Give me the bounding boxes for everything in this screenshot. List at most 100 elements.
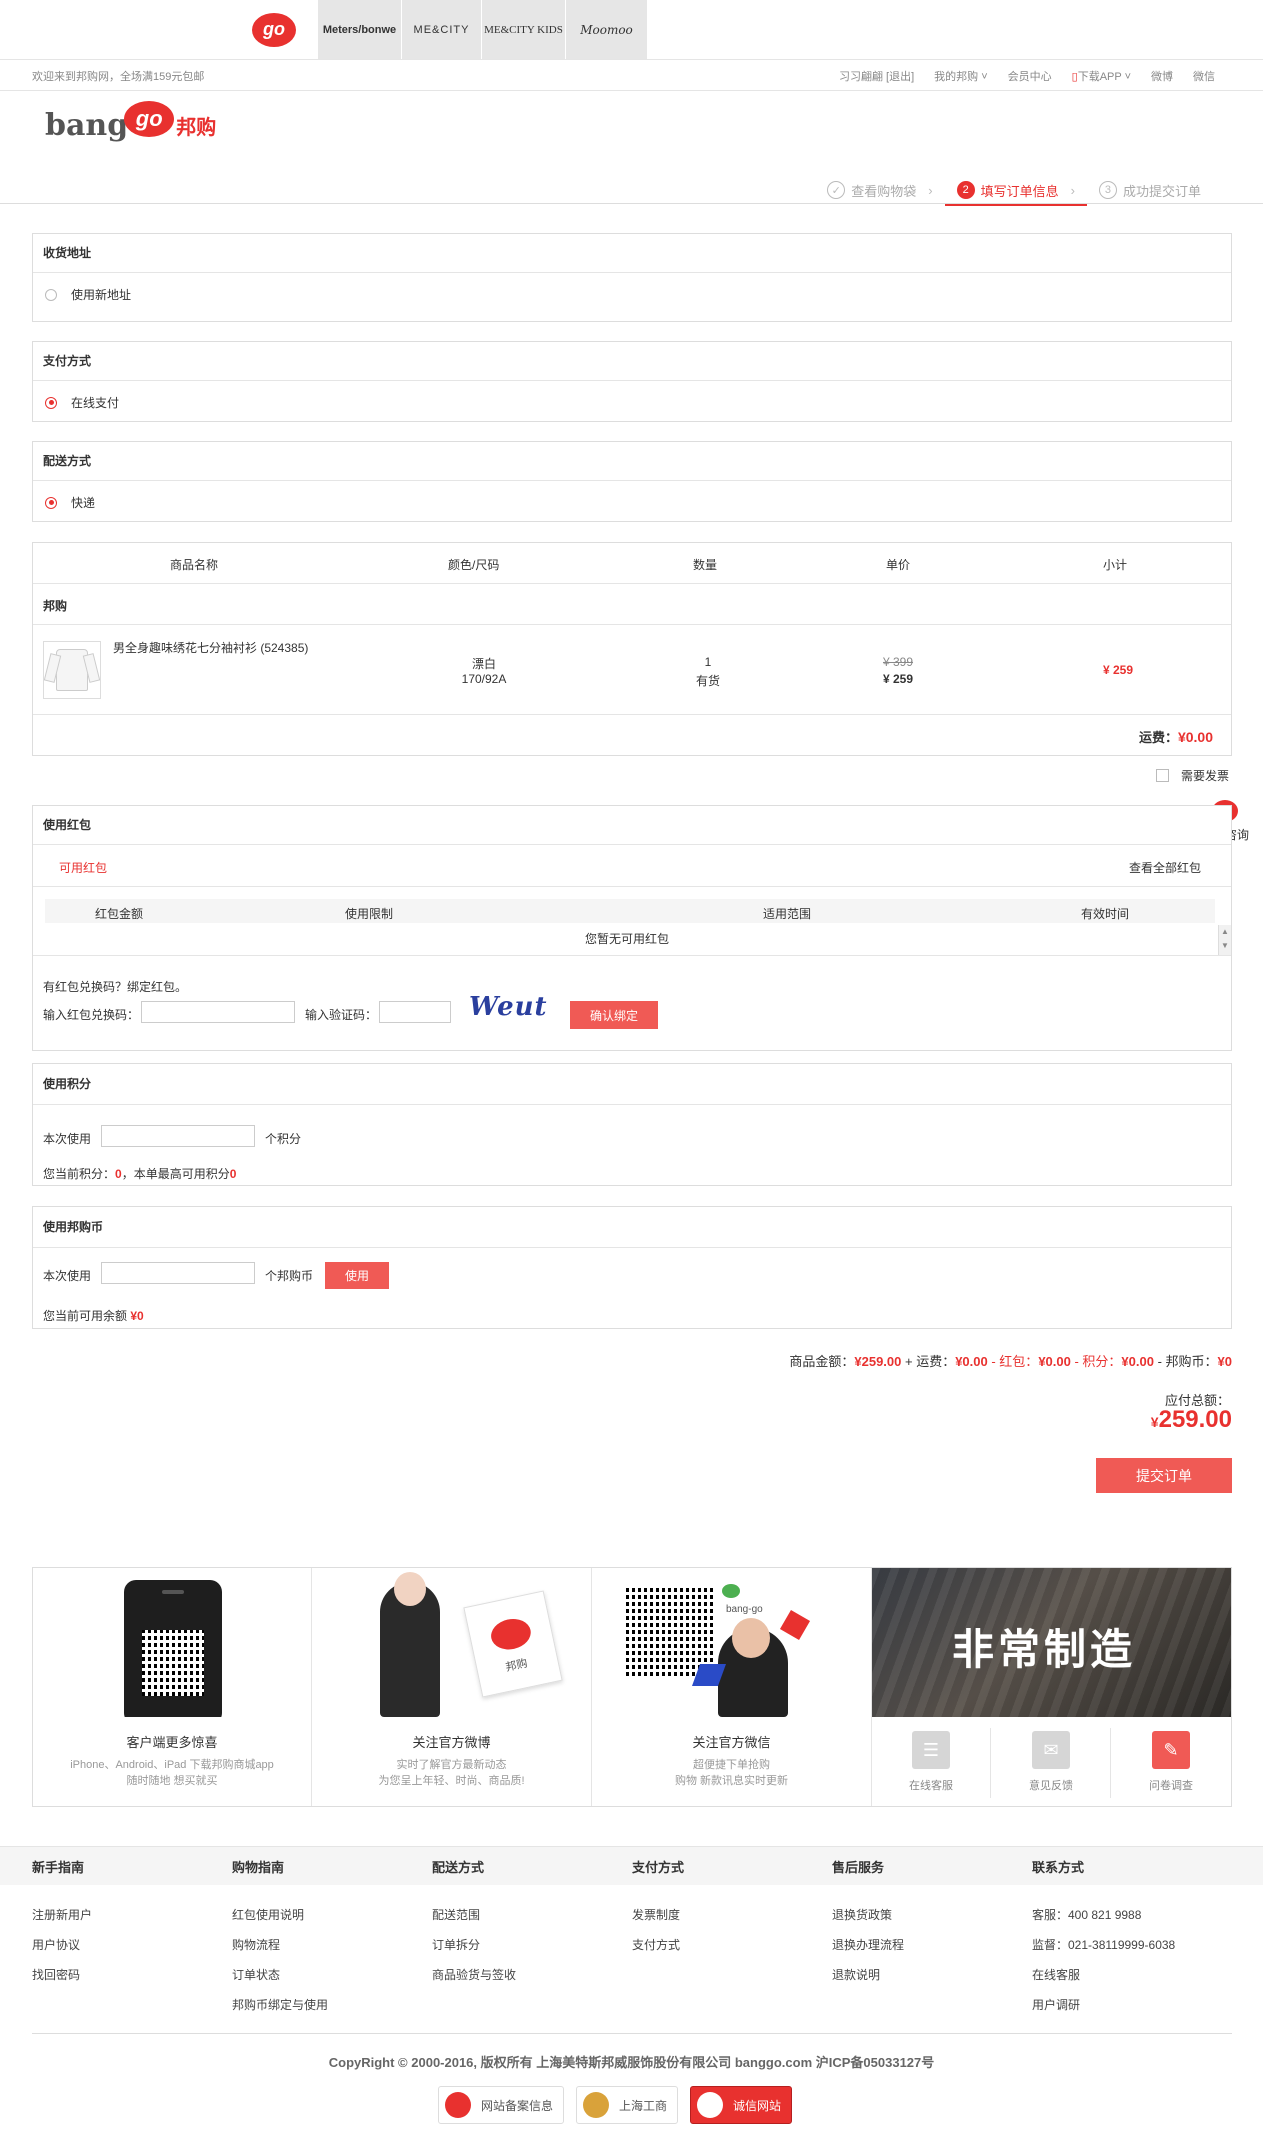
footer-link[interactable]: 退换货政策	[832, 1906, 892, 1923]
badge-filing-info[interactable]: 网站备案信息	[438, 2086, 565, 2124]
weixin-link[interactable]: 微信	[1193, 68, 1215, 84]
product-thumbnail[interactable]	[43, 641, 101, 699]
footer-link[interactable]: 订单状态	[232, 1966, 280, 1983]
promo-app-title: 客户端更多惊喜	[126, 1735, 218, 1750]
redeem-code-input[interactable]	[141, 1001, 295, 1023]
captcha-image[interactable]: Weut	[469, 992, 548, 1022]
footer-link[interactable]: 退款说明	[832, 1966, 880, 1983]
badge-trusted-site[interactable]: 诚信网站	[690, 2086, 793, 2124]
download-app-menu[interactable]: ▯下载APP ˅	[1072, 68, 1131, 84]
item-original-price: ¥ 399	[882, 655, 914, 669]
my-banggo-menu[interactable]: 我的邦购 ˅	[934, 68, 987, 84]
radio-button-selected[interactable]	[45, 396, 57, 409]
brand-tab-mecity-kids[interactable]: ME&CITY KIDS	[482, 0, 566, 59]
brand-tab-banggo[interactable]: go	[231, 0, 318, 59]
brand-tab-metersbonwe[interactable]: Meters/bonwe	[318, 0, 402, 59]
promo-app-sub: iPhone、Android、iPad 下载邦购商城app 随时随地 想买就买	[33, 1757, 311, 1789]
footer-link[interactable]: 邦购币绑定与使用	[232, 1996, 328, 2013]
mail-icon: ✉	[1032, 1731, 1070, 1769]
footer-link[interactable]: 商品验货与签收	[432, 1966, 516, 1983]
use-coins-button[interactable]: 使用	[325, 1262, 389, 1289]
red-packet-title: 使用红包	[33, 806, 1231, 845]
phone-icon	[124, 1580, 222, 1717]
footer-link[interactable]: 支付方式	[632, 1936, 680, 1953]
service-feedback[interactable]: ✉ 意见反馈	[996, 1731, 1106, 1793]
radio-button-selected[interactable]	[45, 496, 57, 509]
scrollbar[interactable]: ▲ ▼	[1218, 925, 1231, 955]
service-online[interactable]: ☰ 在线客服	[876, 1731, 986, 1793]
footer-link[interactable]: 发票制度	[632, 1906, 680, 1923]
radio-button[interactable]	[45, 288, 57, 301]
footer-link[interactable]: 找回密码	[32, 1966, 80, 1983]
checkout-steps: ✓ 查看购物袋 › 2 填写订单信息 › 3 成功提交订单	[815, 176, 1213, 206]
store-name: 邦购	[43, 599, 68, 613]
footer-col-title: 支付方式	[632, 1860, 685, 1875]
emblem-icon	[583, 2092, 610, 2118]
online-pay-option[interactable]: 在线支付	[45, 394, 119, 411]
footer-link[interactable]: 订单拆分	[432, 1936, 480, 1953]
invoice-checkbox-row[interactable]: 需要发票	[1156, 767, 1229, 784]
order-item-row: 男全身趣味绣花七分袖衬衫 (524385) 漂白 170/92A 1 有货 ¥ …	[33, 625, 1231, 714]
footer-col-title: 购物指南	[232, 1860, 285, 1875]
service-online-label: 在线客服	[909, 1780, 953, 1792]
no-red-packet-text: 您暂无可用红包	[584, 932, 669, 946]
footer-link[interactable]: 用户协议	[32, 1936, 80, 1953]
product-name-link[interactable]: 男全身趣味绣花七分袖衬衫 (524385)	[113, 639, 308, 656]
footer-col-title: 配送方式	[432, 1860, 485, 1875]
brand-tab-moomoo[interactable]: Moomoo	[566, 0, 648, 59]
shield-icon	[445, 2092, 471, 2118]
points-input[interactable]	[101, 1125, 255, 1147]
invoice-checkbox[interactable]	[1156, 769, 1169, 782]
welcome-text: 欢迎来到邦购网，全场满159元包邮	[32, 71, 205, 83]
express-option[interactable]: 快递	[45, 494, 95, 511]
badge-shanghai-aic[interactable]: 上海工商	[576, 2086, 679, 2124]
model-head	[394, 1572, 426, 1606]
redeem-code-label: 输入红包兑换码：	[43, 1008, 140, 1022]
promo-weixin[interactable]: bang-go 关注官方微信 超便捷下单抢购 购物 新款讯息实时更新	[592, 1568, 872, 1806]
confirm-bind-button[interactable]: 确认绑定	[570, 1001, 658, 1029]
member-center-link[interactable]: 会员中心	[1008, 68, 1052, 84]
service-survey[interactable]: ✎ 问卷调查	[1116, 1731, 1226, 1793]
col-quantity: 数量	[693, 558, 718, 572]
footer-link[interactable]: 退换办理流程	[832, 1936, 904, 1953]
brand-tab-mecity[interactable]: ME&CITY	[402, 0, 482, 59]
new-address-option[interactable]: 使用新地址	[45, 286, 131, 303]
captcha-input[interactable]	[379, 1001, 451, 1023]
trust-badges: 网站备案信息 上海工商 诚信网站	[438, 2086, 793, 2124]
coins-input[interactable]	[101, 1262, 255, 1284]
service-feedback-label: 意见反馈	[1029, 1780, 1073, 1792]
promo-weibo[interactable]: 邦购 关注官方微博 实时了解官方最新动态 为您呈上年轻、时尚、商品质!	[312, 1568, 592, 1806]
footer-link[interactable]: 红包使用说明	[232, 1906, 304, 1923]
col-usage-limit: 使用限制	[345, 907, 394, 921]
view-all-red-packets-link[interactable]: 查看全部红包	[1129, 859, 1201, 876]
footer-link[interactable]: 注册新用户	[32, 1906, 92, 1923]
site-logo[interactable]: bang go 邦购	[45, 100, 216, 143]
tab-available-red-packets[interactable]: 可用红包	[59, 859, 107, 876]
item-size: 170/92A	[461, 672, 507, 686]
brand-bar: go Meters/bonwe ME&CITY ME&CITY KIDS Moo…	[0, 0, 1263, 59]
weibo-link[interactable]: 微博	[1151, 68, 1173, 84]
footer-link[interactable]: 配送范围	[432, 1906, 480, 1923]
made-banner-image[interactable]: 非常制造	[872, 1568, 1231, 1717]
payment-title: 支付方式	[33, 342, 1231, 381]
step-submit-order: 3 成功提交订单	[1087, 176, 1213, 204]
promo-app[interactable]: 客户端更多惊喜 iPhone、Android、iPad 下载邦购商城app 随时随…	[33, 1568, 312, 1806]
submit-order-button[interactable]: 提交订单	[1096, 1458, 1232, 1493]
badge-label: 网站备案信息	[481, 2098, 554, 2113]
col-red-packet-amount: 红包金额	[95, 907, 144, 921]
banner-title: 非常制造	[952, 1626, 1137, 1673]
footer-link[interactable]: 用户调研	[1032, 1996, 1080, 2013]
badge-label: 诚信网站	[733, 2098, 782, 2113]
step-label: 查看购物袋	[851, 183, 917, 199]
points-max-label: ，本单最高可用积分	[121, 1167, 230, 1181]
ship-value: ¥0.00	[955, 1354, 988, 1369]
promo-weibo-sub: 实时了解官方最新动态 为您呈上年轻、时尚、商品质!	[312, 1757, 591, 1789]
step-fill-order: 2 填写订单信息 ›	[944, 176, 1087, 206]
footer-contact-text: 客服：400 821 9988	[1032, 1908, 1142, 1922]
promo-weixin-sub: 超便捷下单抢购 购物 新款讯息实时更新	[592, 1757, 871, 1789]
divider	[33, 886, 1231, 887]
user-account-link[interactable]: 习习翩翩 [退出]	[839, 68, 914, 84]
footer-link[interactable]: 在线客服	[1032, 1966, 1080, 1983]
points-title: 使用积分	[33, 1064, 1231, 1105]
footer-link[interactable]: 购物流程	[232, 1936, 280, 1953]
